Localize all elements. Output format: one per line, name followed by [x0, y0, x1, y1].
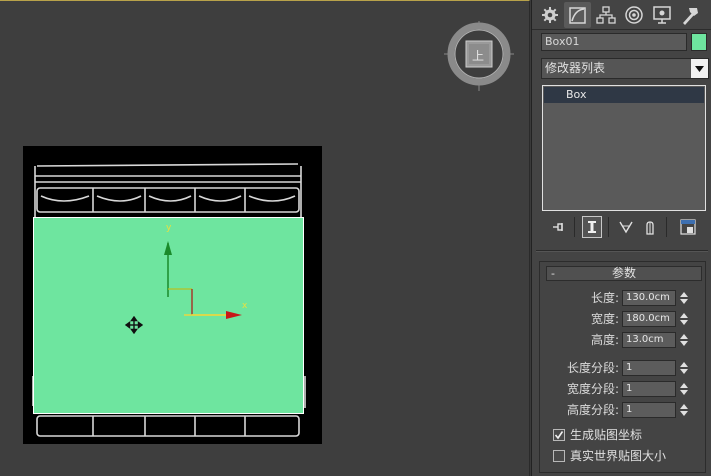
gen-mapping-coords-checkbox[interactable]: 生成贴图坐标: [553, 427, 703, 443]
stack-toolbar: [550, 216, 710, 238]
length-segs-label: 长度分段:: [566, 361, 619, 375]
display-icon: [652, 5, 671, 24]
command-panel: Box01 修改器列表 Box - 参数 长度: 130.0cm 宽度: 180…: [531, 0, 711, 476]
stack-item-box[interactable]: Box: [544, 87, 704, 103]
tab-display[interactable]: [648, 2, 675, 28]
length-segs-input[interactable]: 1: [622, 360, 676, 376]
configure-modifier-sets-icon[interactable]: [678, 216, 698, 238]
tab-hierarchy[interactable]: [592, 2, 619, 28]
real-world-label: 真实世界贴图大小: [570, 449, 667, 463]
modify-icon: [568, 6, 586, 24]
gen-mapping-checkmark-box[interactable]: [553, 429, 565, 441]
object-name-field[interactable]: Box01: [541, 33, 687, 51]
tab-utilities[interactable]: [676, 2, 703, 28]
tab-motion[interactable]: [620, 2, 647, 28]
height-segs-spinner-icon[interactable]: [679, 402, 689, 418]
width-segs-spinner-icon[interactable]: [679, 381, 689, 397]
length-spinner-icon[interactable]: [679, 290, 689, 306]
length-label: 长度:: [590, 291, 619, 305]
make-unique-icon[interactable]: [616, 216, 636, 238]
parameters-title: 参数: [611, 266, 636, 280]
remove-modifier-icon[interactable]: [640, 216, 660, 238]
create-icon: [541, 6, 558, 23]
tab-create[interactable]: [536, 2, 563, 28]
real-world-map-size-checkbox[interactable]: 真实世界贴图大小: [553, 448, 703, 464]
length-segs-row: 长度分段: 1: [540, 360, 705, 376]
modifier-stack[interactable]: Box: [542, 85, 706, 211]
width-row: 宽度: 180.0cm: [540, 311, 705, 327]
panel-tabs: [532, 0, 711, 30]
pin-stack-icon[interactable]: [550, 216, 570, 238]
height-spinner-icon[interactable]: [679, 332, 689, 348]
height-segs-row: 高度分段: 1: [540, 402, 705, 418]
gizmo-x-label: x: [242, 301, 248, 311]
length-input[interactable]: 130.0cm: [622, 290, 676, 306]
hierarchy-icon: [595, 5, 616, 24]
viewcube-face-label: 上: [472, 49, 485, 63]
show-end-result-icon[interactable]: [582, 216, 602, 238]
viewport-top[interactable]: 上 y x: [0, 0, 530, 476]
motion-icon: [624, 5, 643, 24]
move-gizmo[interactable]: y x: [150, 223, 260, 327]
length-segs-spinner-icon[interactable]: [679, 360, 689, 376]
height-segs-label: 高度分段:: [566, 403, 619, 417]
width-segs-row: 宽度分段: 1: [540, 381, 705, 397]
modifier-list-dropdown[interactable]: 修改器列表: [541, 58, 709, 79]
parameters-rollout-header[interactable]: - 参数: [546, 266, 702, 281]
tab-modify[interactable]: [564, 1, 591, 28]
width-segs-input[interactable]: 1: [622, 381, 676, 397]
height-label: 高度:: [590, 333, 619, 347]
modifier-list-label: 修改器列表: [545, 61, 606, 75]
height-input[interactable]: 13.0cm: [622, 332, 676, 348]
height-segs-input[interactable]: 1: [622, 402, 676, 418]
length-row: 长度: 130.0cm: [540, 290, 705, 306]
chevron-down-icon[interactable]: [691, 59, 708, 78]
checkmark-icon: [554, 431, 564, 440]
object-color-swatch[interactable]: [691, 33, 707, 51]
height-row: 高度: 13.0cm: [540, 332, 705, 348]
panel-separator: [536, 250, 708, 252]
rollout-collapse-icon[interactable]: -: [551, 267, 555, 280]
width-segs-label: 宽度分段:: [566, 382, 619, 396]
gizmo-y-label: y: [166, 223, 172, 233]
utilities-icon: [682, 7, 698, 25]
move-cursor-icon: [124, 315, 144, 335]
viewcube[interactable]: 上: [444, 21, 514, 91]
gen-mapping-label: 生成贴图坐标: [570, 428, 643, 442]
width-spinner-icon[interactable]: [679, 311, 689, 327]
real-world-checkmark-box[interactable]: [553, 450, 565, 462]
width-label: 宽度:: [590, 312, 619, 326]
width-input[interactable]: 180.0cm: [622, 311, 676, 327]
parameters-rollout: - 参数 长度: 130.0cm 宽度: 180.0cm 高度: 13.0cm …: [539, 261, 706, 473]
